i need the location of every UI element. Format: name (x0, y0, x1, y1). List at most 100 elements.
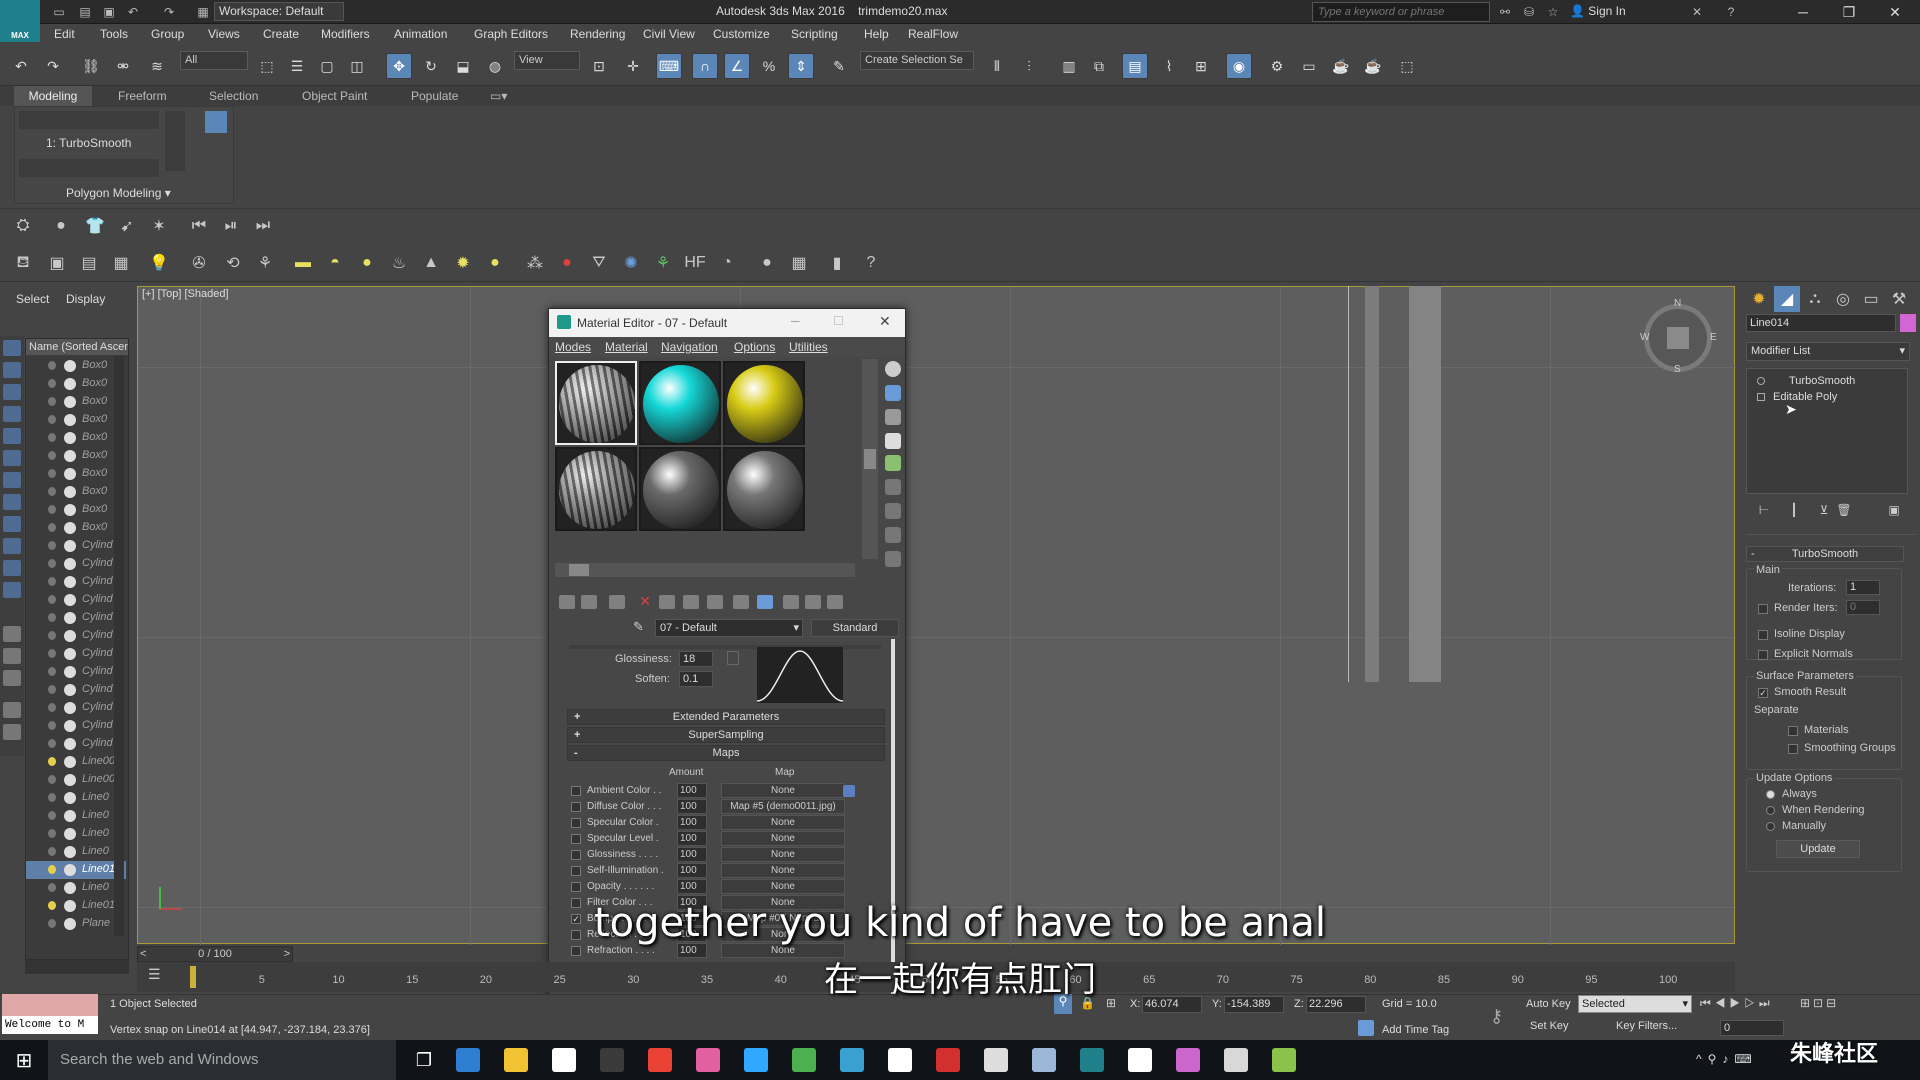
light-bulb-icon[interactable] (48, 595, 56, 604)
bind-spacewarp-icon[interactable]: ≋ (144, 53, 170, 79)
map-amount-spinner[interactable]: 100 (677, 863, 707, 878)
visibility-icon[interactable] (64, 522, 76, 534)
explorer-scrollbar[interactable] (114, 356, 124, 936)
menu-civil-view[interactable]: Civil View (643, 27, 695, 41)
mat-menu-navigation[interactable]: Navigation (661, 340, 718, 354)
menu-help[interactable]: Help (864, 27, 889, 41)
menu-realflow[interactable]: RealFlow (908, 27, 958, 41)
make-copy-icon[interactable] (659, 595, 675, 609)
shell-icon[interactable]: ◔ (714, 250, 740, 276)
select-manipulate-icon[interactable]: ✛ (620, 53, 646, 79)
expand-icon[interactable] (1757, 393, 1765, 401)
menu-graph-editors[interactable]: Graph Editors (474, 27, 548, 41)
explorer-row[interactable]: Line00 (26, 753, 126, 771)
key-mode-icon[interactable]: ⏮ (186, 213, 212, 239)
spacewarp-icon[interactable]: ⚘ (252, 250, 278, 276)
find-icon[interactable] (3, 724, 21, 740)
taskbar-app-icon[interactable] (552, 1048, 576, 1072)
rect-selection-icon[interactable]: ▢ (314, 53, 340, 79)
tools-icon[interactable]: ▮ (824, 250, 850, 276)
sample-slots-hscrollbar[interactable] (555, 563, 855, 577)
render-online-icon[interactable]: ⬚ (1394, 53, 1420, 79)
fluid-icon[interactable]: ● (554, 250, 580, 276)
explorer-row[interactable]: Box0 (26, 519, 126, 537)
select-object-icon[interactable]: ⬚ (254, 53, 280, 79)
end-icon[interactable]: ⏭ (250, 213, 276, 239)
map-enable-checkbox[interactable] (571, 834, 581, 844)
iterations-spinner[interactable]: 1 (1846, 580, 1880, 595)
light-bulb-icon[interactable] (48, 379, 56, 388)
background-icon[interactable] (885, 409, 901, 425)
explorer-row[interactable]: Box0 (26, 465, 126, 483)
visibility-icon[interactable] (64, 594, 76, 606)
taskbar-app-icon[interactable] (792, 1048, 816, 1072)
explorer-row[interactable]: Cylind (26, 573, 126, 591)
particles-icon[interactable]: ⁂ (522, 250, 548, 276)
taskbar-app-icon[interactable] (984, 1048, 1008, 1072)
explorer-row[interactable]: Box0 (26, 501, 126, 519)
help-icon[interactable]: ? (1722, 3, 1740, 21)
render-setup-icon[interactable]: ⚙ (1264, 53, 1290, 79)
light-bulb-icon[interactable] (48, 451, 56, 460)
taskbar-app-icon[interactable] (744, 1048, 768, 1072)
taskbar-app-icon[interactable] (504, 1048, 528, 1072)
set-key-button[interactable]: Set Key (1530, 1020, 1569, 1032)
tab-freeform[interactable]: Freeform (118, 89, 167, 103)
map-slot-button[interactable]: None (721, 879, 845, 894)
polygon-modeling-dropdown[interactable]: Polygon Modeling ▾ (66, 186, 171, 200)
cloth-icon[interactable]: 👕 (82, 213, 108, 239)
viewcube-icon[interactable] (1667, 327, 1689, 349)
light-bulb-icon[interactable] (48, 523, 56, 532)
menu-animation[interactable]: Animation (394, 27, 447, 41)
put-to-library-icon[interactable] (707, 595, 723, 609)
light-bulb-icon[interactable] (48, 397, 56, 406)
visibility-icon[interactable] (64, 558, 76, 570)
particle-icon[interactable]: ✶ (146, 213, 172, 239)
light-bulb-icon[interactable] (48, 739, 56, 748)
visibility-icon[interactable] (64, 684, 76, 696)
mat-menu-utilities[interactable]: Utilities (789, 340, 828, 354)
supersampling-rollout[interactable]: + SuperSampling (567, 727, 885, 743)
menu-views[interactable]: Views (208, 27, 240, 41)
search-input[interactable] (1312, 2, 1490, 22)
window-crossing-icon[interactable]: ◫ (344, 53, 370, 79)
taskbar-app-icon[interactable] (840, 1048, 864, 1072)
filter-geometry-icon[interactable] (3, 340, 21, 356)
backlight-icon[interactable] (885, 385, 901, 401)
viewport-top[interactable] (137, 286, 1736, 945)
light-bulb-icon[interactable] (48, 361, 56, 370)
reference-coordinate-dropdown[interactable]: View (514, 51, 580, 70)
named-selection-dropdown[interactable]: Create Selection Se (860, 51, 974, 70)
filter-groups-icon[interactable] (3, 472, 21, 488)
maps-rollout[interactable]: - Maps (567, 745, 885, 761)
explorer-row[interactable]: Line00 (26, 771, 126, 789)
get-material-icon[interactable] (559, 595, 575, 609)
maxscript-mini-listener[interactable]: Welcome to M (2, 1016, 98, 1034)
visibility-icon[interactable] (64, 450, 76, 462)
material-map-navigator-icon[interactable] (885, 551, 901, 567)
glossiness-map-button[interactable] (727, 651, 739, 665)
pivot-center-icon[interactable]: ⊡ (586, 53, 612, 79)
create-panel-icon[interactable]: ⛭ (10, 213, 36, 239)
material-sample-slot[interactable] (723, 361, 805, 445)
visibility-icon[interactable] (64, 846, 76, 858)
reset-map-icon[interactable]: ✕ (637, 594, 653, 609)
visibility-icon[interactable] (64, 414, 76, 426)
minimize-button[interactable]: ─ (1780, 0, 1826, 24)
map-link-icon[interactable] (843, 785, 855, 797)
mat-menu-material[interactable]: Material (605, 340, 648, 354)
tab-modeling[interactable]: Modeling (14, 86, 92, 106)
light-bulb-icon[interactable] (48, 541, 56, 550)
materials-checkbox[interactable] (1788, 726, 1798, 736)
visibility-icon[interactable] (64, 774, 76, 786)
taskbar-app-icon[interactable] (456, 1048, 480, 1072)
percent-snap-icon[interactable]: % (756, 53, 782, 79)
taskbar-app-icon[interactable] (888, 1048, 912, 1072)
map-enable-checkbox[interactable] (571, 866, 581, 876)
light-icon[interactable]: 💡 (146, 250, 172, 276)
light-bulb-icon[interactable] (48, 487, 56, 496)
stack-item-turbosmooth[interactable]: TurboSmooth (1749, 373, 1905, 389)
show-end-result-icon[interactable]: ┃ (1786, 502, 1802, 518)
filter-xrefs-icon[interactable] (3, 494, 21, 510)
explorer-row[interactable]: Line0 (26, 807, 126, 825)
